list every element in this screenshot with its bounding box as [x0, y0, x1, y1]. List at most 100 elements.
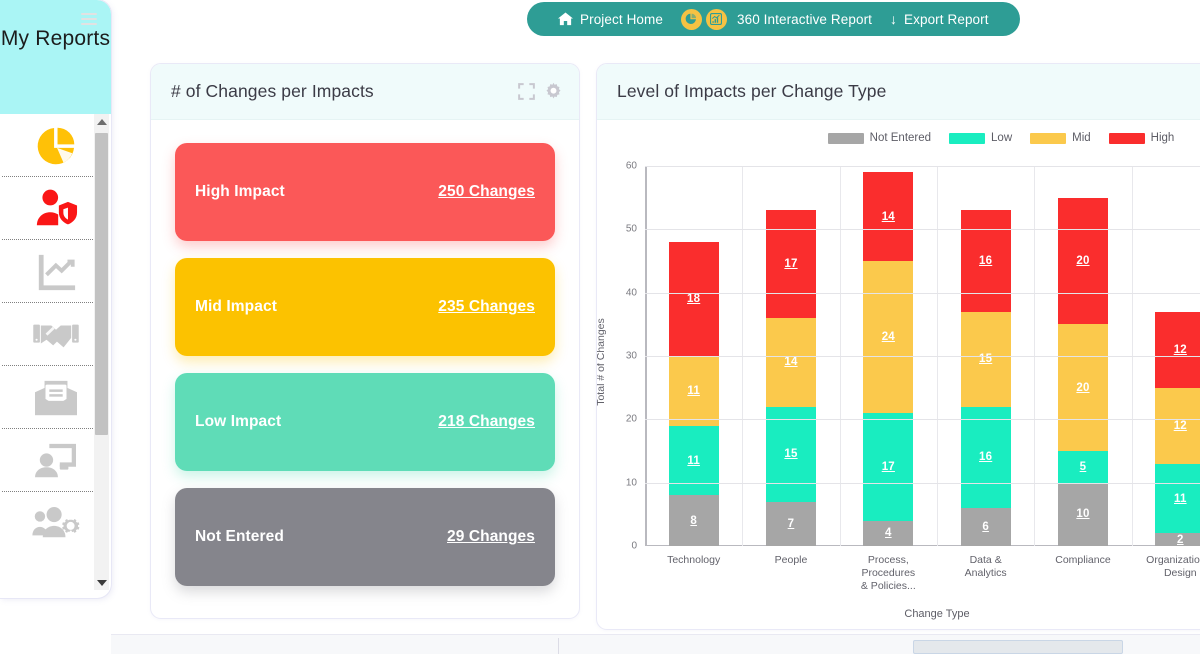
bar-segment[interactable]: 17: [863, 413, 914, 521]
gridline: [645, 229, 1200, 231]
bar-segment-value: 15: [784, 448, 798, 461]
bar-segment[interactable]: 16: [960, 210, 1011, 312]
y-axis-tick-label: 60: [625, 160, 637, 172]
nav-export-report-label: Export Report: [904, 11, 989, 27]
scroll-up-arrow[interactable]: [94, 114, 109, 129]
sidebar-header: My Reports: [0, 0, 111, 114]
legend-swatch: [1030, 132, 1067, 144]
y-axis-tick-label: 20: [625, 413, 637, 425]
bar-segment[interactable]: 15: [765, 406, 816, 502]
legend-item[interactable]: Not Entered: [827, 132, 932, 144]
x-axis-tick-label: People: [774, 554, 808, 566]
user-shield-icon: [33, 187, 79, 231]
gridline: [645, 166, 1200, 167]
impact-bar-value[interactable]: 218 Changes: [438, 413, 535, 431]
bar-segment[interactable]: 16: [960, 406, 1011, 508]
bottom-panel-divider: [558, 638, 559, 654]
legend-item[interactable]: Low: [949, 132, 1012, 144]
bar-segment[interactable]: 17: [765, 210, 816, 319]
scroll-down-arrow[interactable]: [94, 575, 109, 590]
sidebar-scrollbar[interactable]: [94, 114, 109, 590]
app-root: Project Home 360 Interactive Report ↓ Ex…: [0, 0, 1200, 654]
y-axis-tick-label: 0: [631, 540, 637, 552]
legend-label: Low: [991, 132, 1013, 144]
bar-segment-value: 20: [1076, 255, 1090, 268]
scrollbar-thumb[interactable]: [95, 133, 108, 435]
legend-label: Not Entered: [869, 132, 932, 144]
y-axis-ticks: 0 10 20 30 40 50 60: [615, 161, 643, 552]
legend-item[interactable]: High: [1108, 132, 1175, 144]
chart-gridlines: 18 11 11 8 17 14 15 7 14 24 17 4 16 15 16 6 20 20 5 10 12 12 1…: [645, 166, 1200, 546]
impact-bar-value[interactable]: 29 Changes: [447, 528, 535, 546]
impact-bar-label: Not Entered: [195, 528, 284, 545]
stacked-bar[interactable]: 12 12 11 2: [1155, 311, 1200, 546]
bar-segment[interactable]: 18: [668, 242, 719, 357]
bar-segment[interactable]: 11: [668, 425, 719, 496]
chart-legend: Not Entered Low Mid High: [597, 120, 1200, 144]
main-content: # of Changes per Impacts High Impact 250…: [111, 0, 1200, 654]
bar-segment[interactable]: 2: [1155, 533, 1200, 546]
bar-segment[interactable]: 14: [863, 172, 914, 262]
impact-bar-not-entered[interactable]: Not Entered 29 Changes: [175, 488, 555, 586]
bar-segment-value: 24: [881, 331, 895, 344]
bar-segment[interactable]: 20: [1057, 324, 1108, 452]
bar-segment[interactable]: 8: [668, 495, 719, 546]
stacked-bar[interactable]: 17 14 15 7: [765, 210, 816, 546]
legend-swatch: [827, 132, 864, 144]
bottom-panel-field[interactable]: [913, 640, 1123, 654]
handshake-icon: [32, 317, 80, 353]
bar-segment[interactable]: 12: [1155, 387, 1200, 464]
impact-bar-mid[interactable]: Mid Impact 235 Changes: [175, 258, 555, 356]
y-axis-tick-label: 50: [625, 223, 637, 235]
bar-segment[interactable]: 6: [960, 508, 1011, 546]
bar-segment[interactable]: 12: [1155, 311, 1200, 388]
bar-segment[interactable]: 15: [960, 311, 1011, 407]
nav-export-report[interactable]: ↓ Export Report: [881, 12, 998, 27]
x-axis-labels: Technology People Process, Procedures & Poli…: [645, 554, 1200, 593]
nav-project-home[interactable]: Project Home: [549, 12, 672, 27]
nav-360-report-label: 360 Interactive Report: [736, 11, 873, 27]
bar-segment-value: 18: [687, 293, 701, 306]
pie-chart-icon: [33, 123, 79, 169]
bar-segment-value: 11: [687, 454, 700, 467]
bar-segment-value: 12: [1173, 343, 1187, 356]
stacked-bar[interactable]: 16 15 16 6: [960, 210, 1011, 546]
gridline: [645, 292, 1200, 294]
bar-segment[interactable]: 10: [1057, 482, 1108, 546]
bar-segment-value: 20: [1076, 381, 1090, 394]
legend-label: High: [1150, 132, 1175, 144]
impact-bars-list: High Impact 250 Changes Mid Impact 235 C…: [151, 120, 579, 586]
impact-bar-high[interactable]: High Impact 250 Changes: [175, 143, 555, 241]
bar-segment[interactable]: 24: [863, 261, 914, 414]
x-axis-title: Change Type: [904, 608, 970, 620]
stacked-bar[interactable]: 18 11 11 8: [668, 242, 719, 546]
bar-segment[interactable]: 14: [765, 318, 816, 407]
y-axis-tick-label: 30: [625, 350, 637, 362]
bar-segment[interactable]: 5: [1057, 451, 1108, 483]
bar-segment[interactable]: 4: [863, 520, 914, 546]
x-axis-tick-label: Data & Analytics: [964, 554, 1007, 579]
impact-bar-value[interactable]: 250 Changes: [438, 183, 535, 201]
bar-segment-value: 17: [881, 460, 895, 473]
gear-icon[interactable]: [544, 82, 563, 101]
bar-segment[interactable]: 11: [668, 356, 719, 426]
impact-bar-low[interactable]: Low Impact 218 Changes: [175, 373, 555, 471]
bar-segment[interactable]: 7: [765, 501, 816, 546]
changes-per-impacts-card: # of Changes per Impacts High Impact 250…: [150, 63, 580, 619]
impact-bar-label: High Impact: [195, 183, 285, 200]
level-of-impacts-card: Level of Impacts per Change Type Not Ent…: [596, 63, 1200, 630]
presentation-user-icon: [33, 441, 79, 481]
hamburger-icon[interactable]: [81, 13, 97, 28]
bar-segment-value: 6: [982, 521, 989, 533]
stacked-bar[interactable]: 20 20 5 10: [1057, 197, 1108, 546]
y-axis-tick-label: 40: [625, 287, 637, 299]
impact-bar-value[interactable]: 235 Changes: [438, 298, 535, 316]
line-chart-icon: [33, 251, 79, 293]
left-sidebar: My Reports: [0, 0, 111, 598]
nav-360-interactive-report[interactable]: 360 Interactive Report: [672, 8, 881, 30]
expand-icon[interactable]: [518, 83, 535, 100]
legend-item[interactable]: Mid: [1030, 132, 1091, 144]
bar-segment[interactable]: 20: [1057, 197, 1108, 325]
bar-segment-value: 11: [687, 384, 700, 397]
bar-segment[interactable]: 11: [1155, 463, 1200, 534]
